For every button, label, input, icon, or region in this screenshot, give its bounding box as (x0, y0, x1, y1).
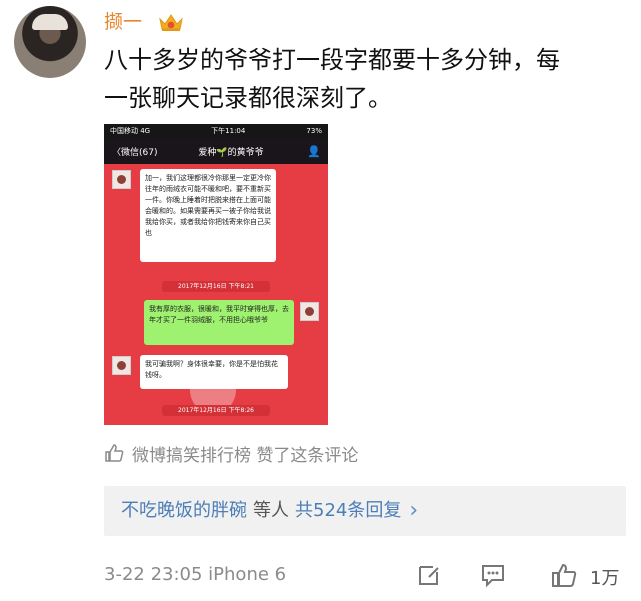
grandpa-avatar (112, 170, 131, 189)
user-mini-avatar (300, 302, 319, 321)
reply-middle: 等人 (253, 500, 289, 521)
grandpa-avatar-2 (112, 356, 131, 375)
person-icon: 👤 (307, 144, 321, 158)
chat-header: 〈微信(67) 爱种🌱的黄爷爷 👤 (104, 138, 328, 164)
comment-icon[interactable] (479, 561, 507, 589)
liked-by-row[interactable]: 微博搞笑排行榜 赞了这条评论 (104, 441, 359, 466)
timestamp-1: 2017年12月16日 下午8:21 (162, 281, 270, 292)
timestamp-2: 2017年12月16日 下午8:26 (162, 405, 270, 416)
liked-by-text: 微博搞笑排行榜 赞了这条评论 (132, 445, 359, 466)
status-time: 下午11:04 (211, 127, 246, 135)
crown-icon (159, 14, 183, 31)
status-bar: 中国移动 4G 下午11:04 73% (104, 124, 328, 138)
back-label: 〈微信(67) (112, 147, 158, 158)
reply-summary[interactable]: 不吃晚饭的胖碗 等人 共524条回复 › (104, 486, 626, 536)
like-count: 1万 (590, 568, 620, 589)
comment-line-1: 八十多岁的爷爷打一段字都要十多分钟，每 (104, 46, 560, 74)
username[interactable]: 撷一 (104, 10, 142, 34)
user-avatar[interactable] (14, 6, 86, 78)
post-footer: 3-22 23:05 iPhone 6 1万 (104, 559, 634, 589)
edit-icon[interactable] (415, 561, 443, 589)
chat-screenshot[interactable]: 中国移动 4G 下午11:04 73% 〈微信(67) 爱种🌱的黄爷爷 👤 加一… (104, 124, 328, 425)
comment-text: 八十多岁的爷爷打一段字都要十多分钟，每 一张聊天记录都很深刻了。 (104, 41, 614, 117)
reply-count[interactable]: 共524条回复 (295, 486, 401, 536)
status-battery: 73% (306, 127, 322, 135)
message-user-1: 我有厚的衣服，很暖和，我平时穿得也厚，去年才买了一件羽绒服，不用担心哦爷爷 (144, 300, 294, 345)
like-icon[interactable] (550, 561, 578, 589)
status-carrier: 中国移动 4G (110, 127, 151, 135)
post-timestamp: 3-22 23:05 iPhone 6 (104, 564, 287, 585)
comment-line-2: 一张聊天记录都很深刻了。 (104, 84, 392, 112)
message-grandpa-2: 我可骗我啊？身体很幸要，你是不是怕我花钱呀。 (140, 355, 288, 389)
message-grandpa-1: 加一，我们这理都很冷你那里一定更冷你往年的雨绒衣可能不暖和吧，要不重新买一件。你… (140, 169, 276, 262)
thumb-up-icon (105, 444, 124, 462)
reply-user[interactable]: 不吃晚饭的胖碗 (121, 486, 247, 536)
chevron-right-icon: › (409, 498, 419, 523)
chat-title: 爱种🌱的黄爷爷 (198, 147, 264, 158)
